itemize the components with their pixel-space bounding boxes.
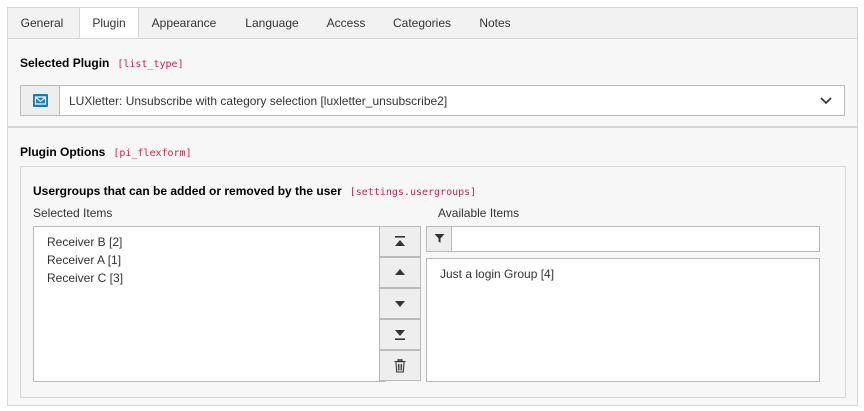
usergroups-code: [settings.usergroups] [349,187,477,198]
move-to-top-icon [395,236,405,246]
filter-input[interactable] [453,227,819,251]
filter-icon [427,227,452,251]
selected-plugin-heading: Selected Plugin [list_type] [20,56,184,70]
selected-plugin-section: Selected Plugin [list_type] LUXletter: Un… [7,38,858,127]
move-down-button[interactable] [379,288,421,319]
available-items-list[interactable]: Just a login Group [4] [426,258,820,382]
list-item[interactable]: Receiver C [3] [47,271,123,285]
move-up-icon [395,269,405,275]
move-down-icon [395,301,405,307]
available-items-filter [426,226,820,252]
available-items-label: Available Items [438,206,520,220]
tab-appearance[interactable]: Appearance [139,8,229,39]
tab-general[interactable]: General [8,8,76,39]
list-item[interactable]: Receiver B [2] [47,235,122,249]
plugin-options-heading: Plugin Options [pi_flexform] [20,145,192,159]
tab-notes[interactable]: Notes [467,8,523,39]
list-item[interactable]: Just a login Group [4] [440,267,554,281]
selected-plugin-label: Selected Plugin [20,56,110,70]
plugin-options-section: Plugin Options [pi_flexform] Usergroups t… [7,127,858,406]
envelope-icon [33,94,48,107]
tab-plugin[interactable]: Plugin [79,7,139,40]
delete-button[interactable] [379,350,421,381]
plugin-options-code: [pi_flexform] [113,148,192,159]
selected-plugin-code: [list_type] [117,59,184,70]
move-up-button[interactable] [379,257,421,288]
selected-items-list[interactable]: Receiver B [2] Receiver A [1] Receiver C… [33,226,386,382]
usergroups-label: Usergroups that can be added or removed … [33,184,342,198]
usergroups-field: Usergroups that can be added or removed … [20,166,846,398]
chevron-down-icon [820,95,832,109]
plugin-options-label: Plugin Options [20,145,106,159]
form-editor: General Plugin Appearance Language Acces… [7,7,858,406]
plugin-select[interactable]: LUXletter: Unsubscribe with category sel… [20,85,845,116]
usergroups-heading: Usergroups that can be added or removed … [33,184,476,198]
plugin-icon-box [21,86,60,115]
tab-categories[interactable]: Categories [377,8,467,39]
trash-icon [394,359,406,373]
tab-language[interactable]: Language [229,8,315,39]
tab-access[interactable]: Access [315,8,377,39]
plugin-select-value: LUXletter: Unsubscribe with category sel… [69,94,448,108]
selected-items-label: Selected Items [33,206,113,220]
list-item[interactable]: Receiver A [1] [47,253,121,267]
move-to-top-button[interactable] [379,226,421,257]
move-to-bottom-icon [395,330,405,340]
tab-bar: General Plugin Appearance Language Acces… [7,7,858,40]
move-to-bottom-button[interactable] [379,319,421,350]
